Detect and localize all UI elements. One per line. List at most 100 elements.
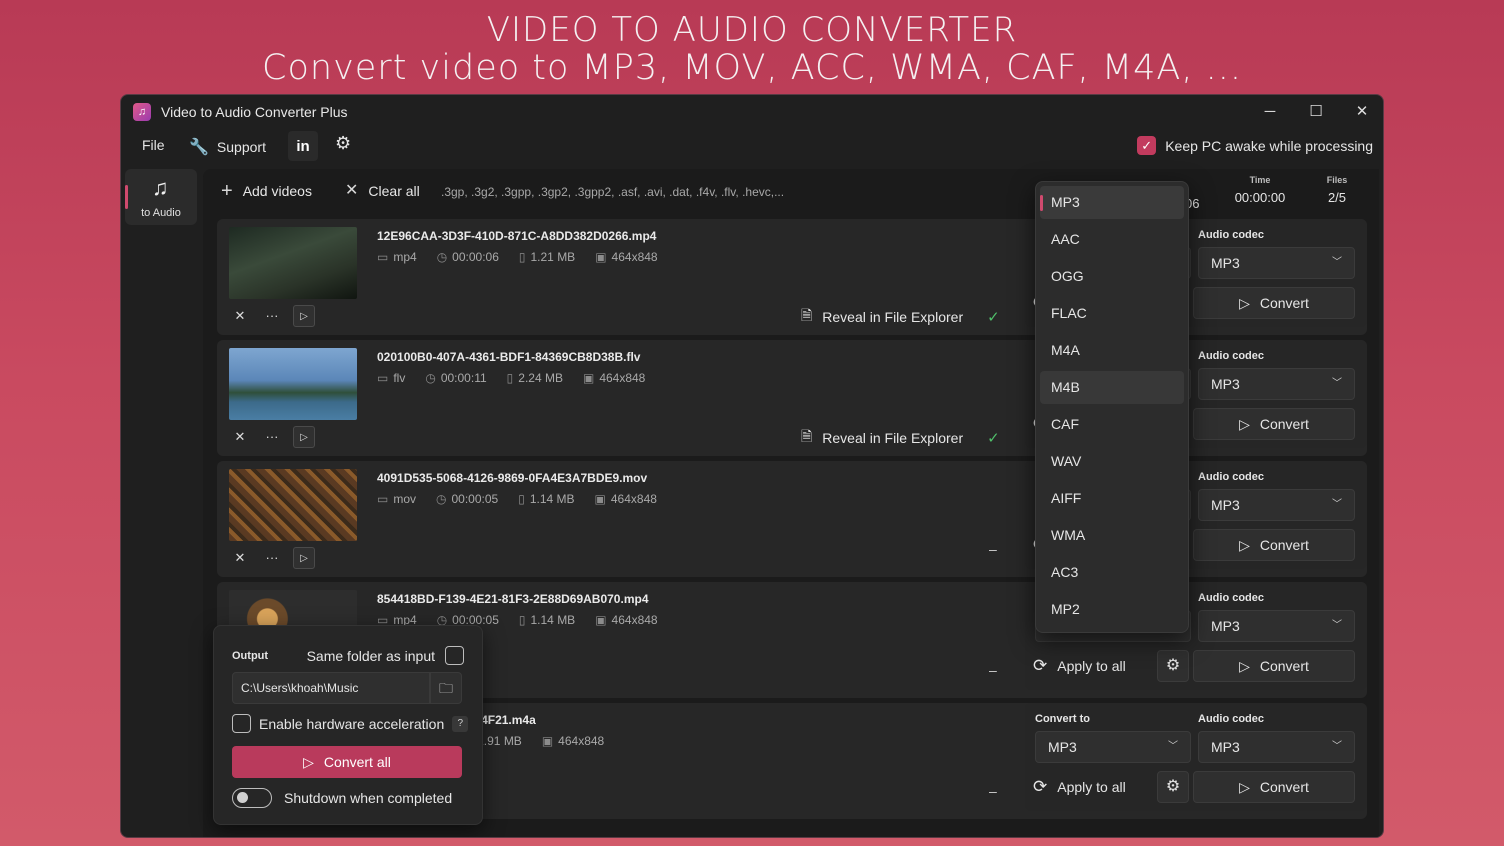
convert-all-button[interactable]: ▷ Convert all [232, 746, 462, 778]
clear-all-label: Clear all [368, 183, 420, 199]
keep-awake-checkbox[interactable]: ✓ [1137, 136, 1157, 155]
conversion-settings-button[interactable]: ⚙ [1157, 771, 1189, 803]
window-title: Video to Audio Converter Plus [161, 104, 348, 120]
chevron-down-icon: ﹀ [1332, 620, 1342, 631]
apply-to-all-label: Apply to all [1057, 779, 1126, 795]
more-options-button[interactable]: ··· [261, 426, 283, 448]
menu-file[interactable]: File [142, 137, 165, 153]
reveal-in-explorer-button[interactable]: 🗎 Reveal in File Explorer ✓ [801, 305, 1000, 329]
format-option-caf[interactable]: CAF [1040, 408, 1184, 441]
add-videos-label: Add videos [242, 183, 312, 199]
browse-folder-button[interactable]: 🗀 [430, 672, 462, 704]
format-option-aiff[interactable]: AIFF [1040, 482, 1184, 515]
file-icon: ▯ [518, 250, 526, 264]
format-option-flac[interactable]: FLAC [1040, 297, 1184, 330]
reveal-in-explorer-button[interactable]: 🗎 Reveal in File Explorer ✓ [801, 426, 1000, 450]
format-option-wav[interactable]: WAV [1040, 445, 1184, 478]
close-window-button[interactable]: ✕ [1339, 99, 1383, 125]
file-size: ▯ 1.14 MB [518, 613, 576, 627]
format-option-wma[interactable]: WMA [1040, 519, 1184, 552]
linkedin-button[interactable]: in [288, 131, 318, 161]
same-folder-option[interactable]: Same folder as input [307, 646, 464, 665]
apply-to-all-button[interactable]: ⟳ Apply to all [1033, 650, 1126, 682]
stat-files: Files 2/5 [1317, 175, 1357, 205]
menu-bar: File 🔧 Support in ⚙ ✓ Keep PC awake whil… [121, 129, 1383, 165]
audio-codec-select[interactable]: MP3 ﹀ [1198, 489, 1355, 521]
file-name: 12E96CAA-3D3F-410D-871C-A8DD382D0266.mp4 [377, 229, 657, 243]
music-note-icon: ♫ [152, 175, 169, 200]
check-icon: ✓ [987, 309, 1000, 326]
convert-button[interactable]: ▷ Convert [1193, 650, 1355, 682]
preview-play-button[interactable]: ▷ [293, 426, 315, 448]
convert-button[interactable]: ▷ Convert [1193, 408, 1355, 440]
output-path-field[interactable]: C:\Users\khoah\Music [232, 672, 430, 704]
menu-support[interactable]: 🔧 Support [189, 137, 266, 157]
nav-item-label: to Audio [141, 207, 181, 219]
format-option-m4a[interactable]: M4A [1040, 334, 1184, 367]
apply-to-all-button[interactable]: ⟳ Apply to all [1033, 771, 1126, 803]
file-duration: ◷ 00:00:05 [436, 492, 499, 506]
file-row: 4091D535-5068-4126-9869-0FA4E3A7BDE9.mov… [217, 461, 1367, 577]
remove-file-button[interactable]: ✕ [229, 305, 251, 327]
gear-sparkle-icon: ⚙ [335, 133, 352, 153]
settings-button[interactable]: ⚙ [335, 133, 351, 154]
nav-selected-indicator [125, 185, 128, 209]
hardware-acceleration-option[interactable]: Enable hardware acceleration ? [232, 714, 469, 733]
convert-to-select[interactable]: MP3 ﹀ [1035, 731, 1191, 763]
audio-codec-select[interactable]: MP3 ﹀ [1198, 731, 1355, 763]
shutdown-toggle[interactable] [232, 788, 272, 808]
file-meta: ▭ mov ◷ 00:00:05 ▯ 1.14 MB ▣ 464x848 [377, 492, 657, 506]
clock-icon: ◷ [425, 371, 436, 385]
audio-codec-label: Audio codec [1198, 592, 1265, 604]
preview-play-button[interactable]: ▷ [293, 547, 315, 569]
format-option-mp3[interactable]: MP3 [1040, 186, 1184, 219]
play-icon: ▷ [1239, 778, 1250, 795]
more-options-button[interactable]: ··· [261, 305, 283, 327]
minimize-button[interactable]: ─ [1247, 99, 1293, 125]
shutdown-option[interactable]: Shutdown when completed [232, 788, 452, 808]
audio-codec-value: MP3 [1211, 739, 1240, 755]
maximize-button[interactable]: ☐ [1293, 99, 1339, 125]
same-folder-checkbox[interactable] [445, 646, 464, 665]
title-bar: ♫ Video to Audio Converter Plus ─ ☐ ✕ [121, 95, 1383, 129]
audio-codec-value: MP3 [1211, 376, 1240, 392]
file-resolution: ▣ 464x848 [595, 613, 658, 627]
hardware-acceleration-checkbox[interactable] [232, 714, 251, 733]
format-option-ac3[interactable]: AC3 [1040, 556, 1184, 589]
audio-codec-select[interactable]: MP3 ﹀ [1198, 247, 1355, 279]
file-size: ▯ 1.14 MB [518, 492, 575, 506]
video-thumbnail [229, 348, 357, 420]
remove-file-button[interactable]: ✕ [229, 547, 251, 569]
clear-all-button[interactable]: ✕ Clear all [345, 183, 420, 200]
nav-item-to-audio[interactable]: ♫ to Audio [125, 169, 197, 225]
file-duration: ◷ 00:00:06 [436, 250, 499, 264]
audio-codec-label: Audio codec [1198, 471, 1265, 483]
linkedin-icon: in [288, 131, 318, 161]
format-option-m4b[interactable]: M4B [1040, 371, 1184, 404]
status-pending: – [989, 783, 997, 799]
keep-awake-option[interactable]: ✓ Keep PC awake while processing [1137, 136, 1373, 155]
format-option-ogg[interactable]: OGG [1040, 260, 1184, 293]
more-options-button[interactable]: ··· [261, 547, 283, 569]
audio-codec-value: MP3 [1211, 618, 1240, 634]
convert-label: Convert [1259, 658, 1309, 674]
convert-button[interactable]: ▷ Convert [1193, 529, 1355, 561]
convert-button[interactable]: ▷ Convert [1193, 287, 1355, 319]
remove-file-button[interactable]: ✕ [229, 426, 251, 448]
add-videos-button[interactable]: + Add videos [221, 181, 312, 201]
stat-time-label: Time [1249, 175, 1271, 185]
audio-codec-select[interactable]: MP3 ﹀ [1198, 368, 1355, 400]
audio-codec-select[interactable]: MP3 ﹀ [1198, 610, 1355, 642]
help-icon[interactable]: ? [452, 715, 469, 732]
play-icon: ▷ [1239, 415, 1250, 432]
preview-play-button[interactable]: ▷ [293, 305, 315, 327]
promo-subheadline: Convert video to MP3, MOV, ACC, WMA, CAF… [262, 48, 1242, 88]
refresh-icon: ⟳ [1033, 656, 1048, 675]
conversion-settings-button[interactable]: ⚙ [1157, 650, 1189, 682]
gear-icon: ⚙ [1165, 778, 1181, 795]
stat-time: Time 00:00:00 [1233, 175, 1287, 205]
format-option-mp2[interactable]: MP2 [1040, 593, 1184, 626]
convert-button[interactable]: ▷ Convert [1193, 771, 1355, 803]
format-option-aac[interactable]: AAC [1040, 223, 1184, 256]
file-explorer-icon: 🗎 [801, 428, 813, 444]
